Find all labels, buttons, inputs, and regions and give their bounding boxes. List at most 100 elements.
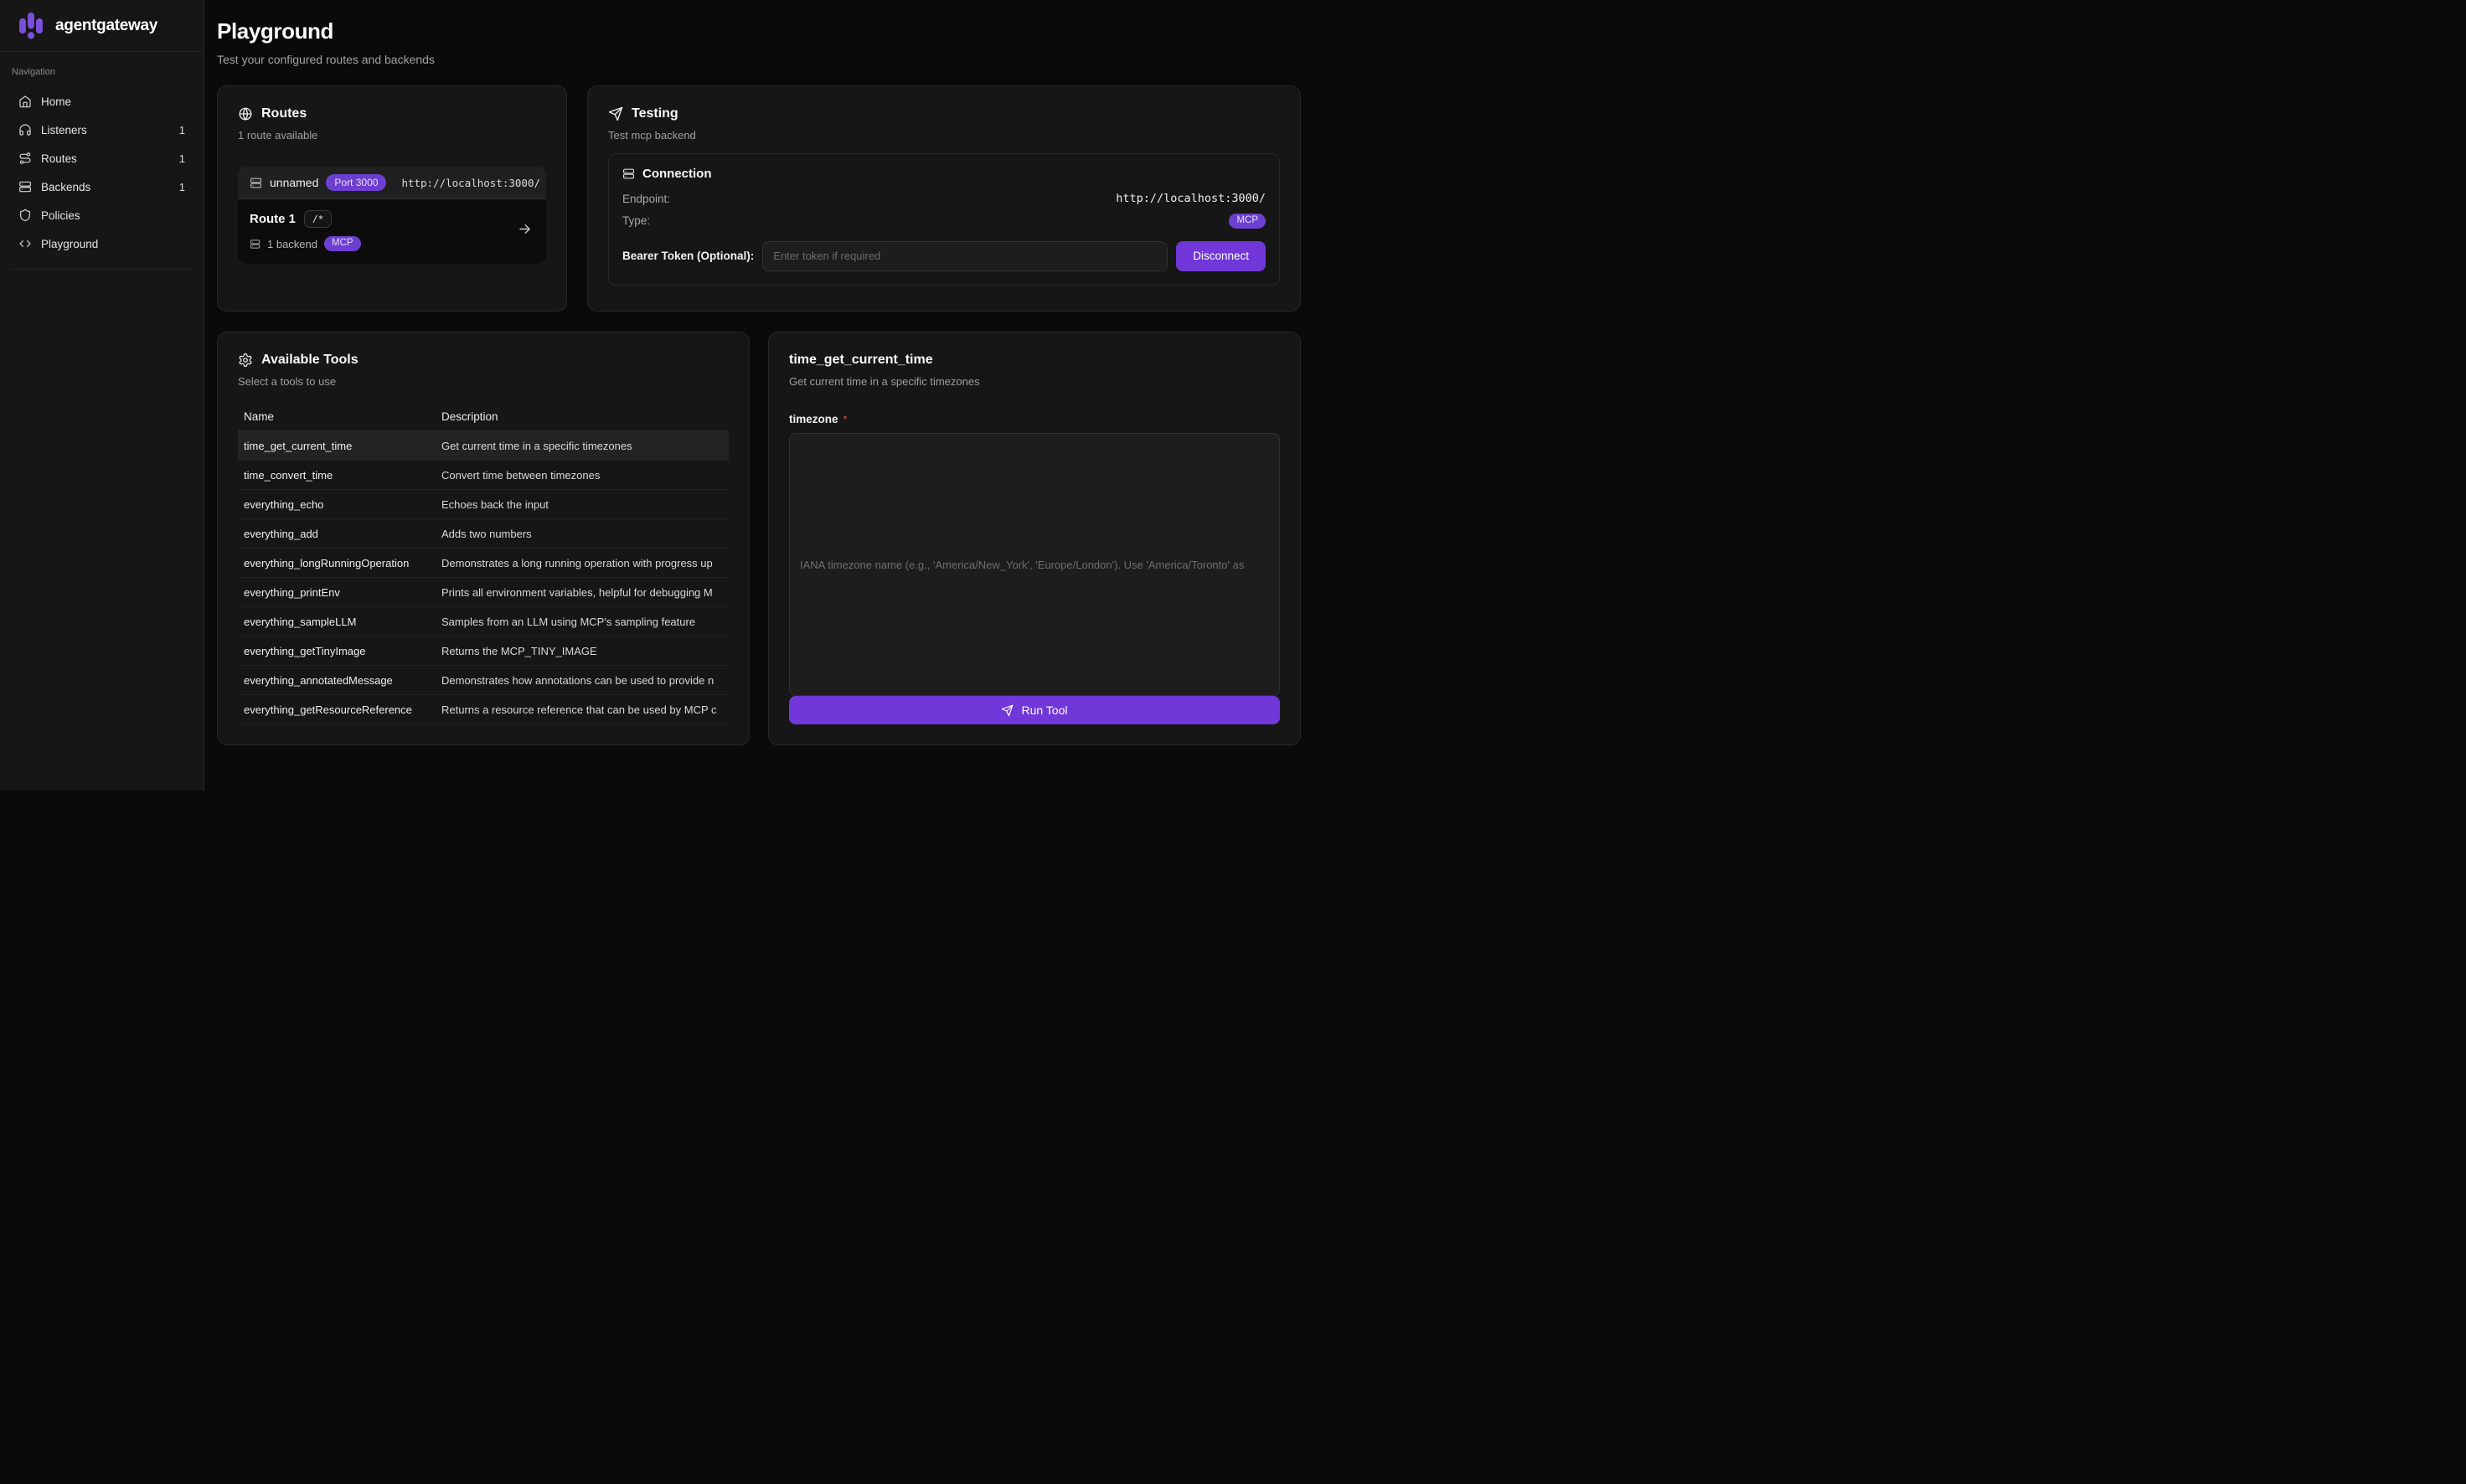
table-row-time-get-current-time[interactable]: time_get_current_time Get current time i… bbox=[238, 431, 729, 461]
tool-description: Samples from an LLM using MCP's sampling… bbox=[436, 616, 729, 628]
sidebar-item-home[interactable]: Home bbox=[10, 87, 193, 116]
table-row-everything-longrunningoperation[interactable]: everything_longRunningOperation Demonstr… bbox=[238, 549, 729, 578]
route-row[interactable]: Route 1 /* 1 backend MCP bbox=[238, 199, 546, 264]
tool-name: everything_echo bbox=[238, 498, 436, 511]
tool-name: everything_getResourceReference bbox=[238, 703, 436, 716]
tool-description: Demonstrates how annotations can be used… bbox=[436, 674, 729, 687]
column-header-description: Description bbox=[436, 410, 729, 423]
page-subtitle: Test your configured routes and backends bbox=[217, 53, 1301, 66]
testing-card-title: Testing bbox=[632, 106, 678, 121]
table-row-everything-annotatedmessage[interactable]: everything_annotatedMessage Demonstrates… bbox=[238, 666, 729, 695]
send-icon bbox=[608, 106, 623, 121]
tool-name: time_get_current_time bbox=[238, 440, 436, 452]
type-badge: MCP bbox=[1229, 214, 1266, 229]
sidebar-nav: Navigation Home Listeners 1 Routes 1 bbox=[0, 52, 204, 270]
tool-name: everything_add bbox=[238, 528, 436, 540]
timezone-input[interactable] bbox=[789, 433, 1280, 696]
tool-runner-subtitle: Get current time in a specific timezones bbox=[789, 375, 1280, 388]
routes-card: Routes 1 route available unnamed Port 30… bbox=[217, 85, 567, 312]
route-path-badge: /* bbox=[304, 210, 332, 228]
tools-card-subtitle: Select a tools to use bbox=[238, 375, 729, 388]
column-header-name: Name bbox=[238, 410, 436, 423]
tool-name: time_convert_time bbox=[238, 469, 436, 482]
tool-description: Echoes back the input bbox=[436, 498, 729, 511]
listener-row: unnamed Port 3000 http://localhost:3000/ bbox=[238, 167, 546, 199]
sidebar: agentgateway Navigation Home Listeners 1… bbox=[0, 0, 204, 791]
home-icon bbox=[18, 95, 32, 108]
sidebar-item-label: Listeners bbox=[41, 124, 170, 137]
endpoint-label: Endpoint: bbox=[622, 193, 670, 205]
tool-name: everything_annotatedMessage bbox=[238, 674, 436, 687]
send-icon bbox=[1001, 704, 1014, 717]
sidebar-item-routes[interactable]: Routes 1 bbox=[10, 144, 193, 173]
routes-card-title: Routes bbox=[261, 106, 307, 121]
timezone-field-label: timezone bbox=[789, 413, 838, 425]
headphones-icon bbox=[18, 123, 32, 137]
route-backends-count: 1 backend bbox=[267, 238, 317, 250]
tools-card-title: Available Tools bbox=[261, 353, 359, 368]
table-row-everything-echo[interactable]: everything_echo Echoes back the input bbox=[238, 490, 729, 519]
table-row-everything-gettinyimage[interactable]: everything_getTinyImage Returns the MCP_… bbox=[238, 636, 729, 666]
routes-card-subtitle: 1 route available bbox=[238, 129, 546, 142]
tools-table-header: Name Description bbox=[238, 410, 729, 431]
tool-description: Demonstrates a long running operation wi… bbox=[436, 557, 729, 569]
sidebar-item-label: Routes bbox=[41, 152, 170, 165]
tool-name: everything_printEnv bbox=[238, 586, 436, 599]
table-row-everything-samplellm[interactable]: everything_sampleLLM Samples from an LLM… bbox=[238, 607, 729, 636]
tool-description: Adds two numbers bbox=[436, 528, 729, 540]
listener-group: unnamed Port 3000 http://localhost:3000/… bbox=[238, 167, 546, 264]
routes-count-badge: 1 bbox=[179, 152, 185, 165]
backends-count-badge: 1 bbox=[179, 181, 185, 193]
server-icon bbox=[18, 180, 32, 193]
run-tool-label: Run Tool bbox=[1021, 703, 1067, 717]
gear-icon bbox=[238, 353, 253, 368]
listener-name: unnamed bbox=[270, 176, 318, 189]
sidebar-item-backends[interactable]: Backends 1 bbox=[10, 173, 193, 201]
sidebar-item-policies[interactable]: Policies bbox=[10, 201, 193, 229]
server-icon bbox=[250, 177, 262, 189]
required-asterisk: * bbox=[843, 413, 848, 425]
tool-runner-card: time_get_current_time Get current time i… bbox=[768, 332, 1301, 745]
sidebar-item-label: Playground bbox=[41, 238, 185, 250]
nav-divider bbox=[10, 269, 193, 270]
table-row-everything-add[interactable]: everything_add Adds two numbers bbox=[238, 519, 729, 549]
table-row-everything-getresourcereference[interactable]: everything_getResourceReference Returns … bbox=[238, 695, 729, 724]
route-protocol-badge: MCP bbox=[324, 236, 361, 251]
server-icon bbox=[250, 239, 261, 250]
sidebar-item-playground[interactable]: Playground bbox=[10, 229, 193, 258]
tool-description: Prints all environment variables, helpfu… bbox=[436, 586, 729, 599]
tool-name: everything_getTinyImage bbox=[238, 645, 436, 657]
sidebar-item-label: Backends bbox=[41, 181, 170, 193]
nav-section-label: Navigation bbox=[12, 67, 192, 77]
listeners-count-badge: 1 bbox=[179, 124, 185, 137]
tool-name: everything_longRunningOperation bbox=[238, 557, 436, 569]
page-title: Playground bbox=[217, 18, 1301, 44]
tool-description: Returns a resource reference that can be… bbox=[436, 703, 729, 716]
main-content: Playground Test your configured routes a… bbox=[204, 0, 1313, 791]
table-row-everything-printenv[interactable]: everything_printEnv Prints all environme… bbox=[238, 578, 729, 607]
arrow-right-icon bbox=[517, 221, 533, 241]
tools-table: Name Description time_get_current_time G… bbox=[238, 410, 729, 724]
code-icon bbox=[18, 237, 32, 250]
bearer-token-input[interactable] bbox=[762, 241, 1168, 271]
globe-icon bbox=[238, 106, 253, 121]
route-name: Route 1 bbox=[250, 212, 296, 226]
brand: agentgateway bbox=[0, 0, 204, 52]
route-icon bbox=[18, 152, 32, 165]
table-row-time-convert-time[interactable]: time_convert_time Convert time between t… bbox=[238, 461, 729, 490]
agentgateway-logo-icon bbox=[15, 10, 47, 42]
sidebar-item-listeners[interactable]: Listeners 1 bbox=[10, 116, 193, 144]
tool-description: Returns the MCP_TINY_IMAGE bbox=[436, 645, 729, 657]
type-label: Type: bbox=[622, 214, 650, 227]
run-tool-button[interactable]: Run Tool bbox=[789, 696, 1280, 724]
tool-runner-title: time_get_current_time bbox=[789, 353, 1280, 368]
connection-title: Connection bbox=[642, 167, 712, 181]
sidebar-item-label: Policies bbox=[41, 209, 185, 222]
server-icon bbox=[622, 167, 635, 180]
listener-url: http://localhost:3000/ bbox=[401, 177, 540, 189]
shield-icon bbox=[18, 209, 32, 222]
tool-description: Get current time in a specific timezones bbox=[436, 440, 729, 452]
testing-card: Testing Test mcp backend Connection Endp… bbox=[587, 85, 1301, 312]
port-badge: Port 3000 bbox=[326, 174, 386, 191]
disconnect-button[interactable]: Disconnect bbox=[1176, 241, 1266, 271]
